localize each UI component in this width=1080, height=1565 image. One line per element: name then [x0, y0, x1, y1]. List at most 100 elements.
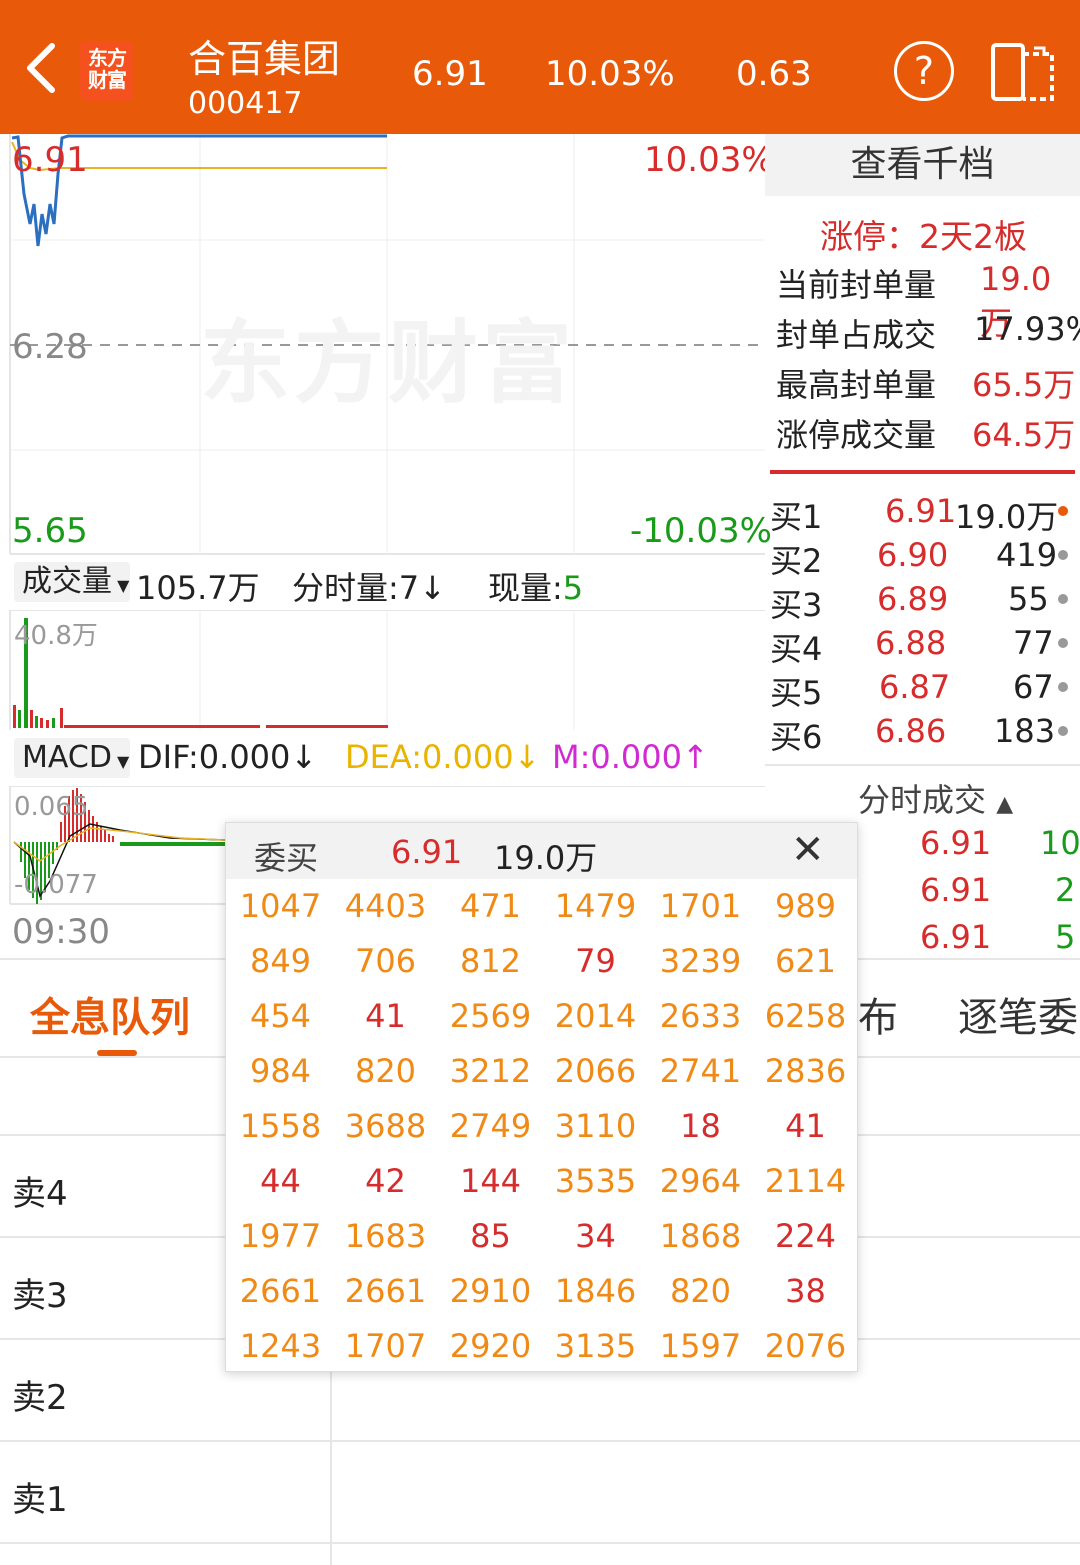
change-amount: 0.63 — [736, 54, 812, 94]
stat-value: 65.5万 — [972, 366, 1076, 404]
dropdown-arrow-icon: ▼ — [112, 576, 130, 595]
tab-distribution[interactable]: 布 — [858, 985, 898, 1043]
fenshi-trades-toggle[interactable]: 分时成交 ▲ — [858, 775, 1013, 821]
pct-low-label: -10.03% — [630, 511, 772, 551]
order-cell: 41 — [785, 1107, 826, 1145]
bid-price: 6.90 — [877, 536, 949, 574]
price-high-label: 6.91 — [12, 140, 88, 180]
trade-volume: 10 — [1040, 824, 1080, 862]
bid-volume: 77 — [1013, 624, 1054, 662]
bid-price: 6.89 — [877, 580, 949, 618]
price-mid-label: 6.28 — [12, 327, 88, 367]
order-cell: 34 — [575, 1217, 616, 1255]
sell-level-3: 卖3 — [12, 1276, 68, 1316]
volume-max-label: 40.8万 — [14, 621, 98, 651]
column-divider — [330, 1340, 332, 1565]
volume-selector[interactable]: 成交量 ▼ — [14, 562, 130, 602]
order-cell: 812 — [459, 942, 522, 980]
order-cell: 2569 — [449, 997, 532, 1035]
bid-label: 买2 — [770, 542, 823, 580]
bid-volume: 55 — [1008, 580, 1049, 618]
current-price: 6.91 — [412, 54, 488, 94]
help-icon[interactable]: ? — [894, 41, 954, 101]
tab-quanxi-queue[interactable]: 全息队列 — [30, 985, 190, 1043]
trade-price: 6.91 — [920, 824, 992, 862]
top-bar: 东方 财富 合百集团 000417 6.91 10.03% 0.63 ? — [0, 0, 1080, 134]
bid-queue-popup: 委买 6.91 19.0万 ✕ 1047 4403 471 1479 1701 989 84… — [225, 822, 858, 1372]
order-cell: 849 — [249, 942, 312, 980]
order-cell: 1701 — [659, 887, 742, 925]
status-dot — [1058, 550, 1068, 560]
app-logo: 东方 财富 — [80, 41, 134, 101]
bid-label: 买1 — [770, 498, 823, 536]
close-icon[interactable]: ✕ — [791, 827, 825, 873]
m-value: M:0.000↑ — [552, 738, 709, 776]
order-cell: 706 — [354, 942, 417, 980]
order-cell: 1558 — [239, 1107, 322, 1145]
volume-selector-label: 成交量 — [22, 564, 112, 599]
order-cell: 79 — [575, 942, 616, 980]
volume-total: 105.7万 — [136, 569, 260, 607]
status-dot — [1058, 682, 1068, 692]
bid-volume: 183 — [994, 712, 1056, 750]
stock-code: 000417 — [188, 86, 303, 121]
order-cell: 621 — [774, 942, 837, 980]
popup-title: 委买 — [254, 839, 319, 877]
order-cell: 6258 — [764, 997, 847, 1035]
order-cell: 2014 — [554, 997, 637, 1035]
bid-price: 6.88 — [875, 624, 947, 662]
bid-label: 买5 — [770, 674, 823, 712]
stat-value: 64.5万 — [972, 416, 1076, 454]
order-cell: 41 — [365, 997, 406, 1035]
order-cell: 44 — [260, 1162, 301, 1200]
order-cell: 3688 — [344, 1107, 427, 1145]
order-cell: 820 — [669, 1272, 732, 1310]
stat-label: 涨停成交量 — [776, 416, 937, 454]
order-cell: 984 — [249, 1052, 312, 1090]
dropdown-arrow-icon: ▼ — [111, 752, 130, 771]
stat-label: 封单占成交 — [776, 316, 937, 354]
popup-price: 6.91 — [391, 833, 463, 871]
order-cell: 18 — [680, 1107, 721, 1145]
order-cell: 3535 — [554, 1162, 637, 1200]
divider — [770, 470, 1075, 474]
watermark: 东方财富 — [200, 311, 576, 416]
view-qiandang-button[interactable]: 查看千档 — [765, 134, 1080, 196]
order-cell: 42 — [365, 1162, 406, 1200]
trade-price: 6.91 — [920, 871, 992, 909]
order-cell: 224 — [774, 1217, 837, 1255]
order-cell: 820 — [354, 1052, 417, 1090]
order-cell: 2910 — [449, 1272, 532, 1310]
bid-price: 6.86 — [875, 712, 947, 750]
order-cell: 1047 — [239, 887, 322, 925]
screen-switch-icon[interactable] — [990, 42, 1056, 102]
order-cell: 2741 — [659, 1052, 742, 1090]
macd-low-label: -0.077 — [14, 870, 98, 900]
macd-selector[interactable]: MACD ▼ — [14, 738, 130, 778]
bid-volume: 19.0万 — [955, 498, 1059, 536]
sell-level-1: 卖1 — [12, 1480, 68, 1520]
bid-volume: 419 — [996, 536, 1058, 574]
order-cell: 2749 — [449, 1107, 532, 1145]
order-cell: 2076 — [764, 1327, 847, 1365]
macd-high-label: 0.065 — [14, 792, 89, 822]
stat-value: 17.93% — [974, 310, 1080, 348]
status-dot — [1058, 638, 1068, 648]
change-percent: 10.03% — [545, 54, 675, 94]
trade-volume: 5 — [1055, 918, 1076, 956]
bid-label: 买6 — [770, 718, 823, 756]
order-cell: 1479 — [554, 887, 637, 925]
divider — [765, 764, 1080, 766]
trade-price: 6.91 — [920, 918, 992, 956]
current-volume: 现量:5 — [488, 569, 584, 607]
dea-value: DEA:0.000↓ — [345, 738, 541, 776]
order-cell: 2661 — [344, 1272, 427, 1310]
status-dot — [1058, 506, 1068, 516]
divider — [0, 1542, 1080, 1544]
status-dot — [1058, 726, 1068, 736]
macd-selector-label: MACD — [22, 740, 112, 775]
back-arrow-icon[interactable] — [22, 38, 62, 98]
order-cell: 2066 — [554, 1052, 637, 1090]
tab-tick-orders[interactable]: 逐笔委 — [958, 985, 1080, 1043]
order-cell: 471 — [459, 887, 522, 925]
